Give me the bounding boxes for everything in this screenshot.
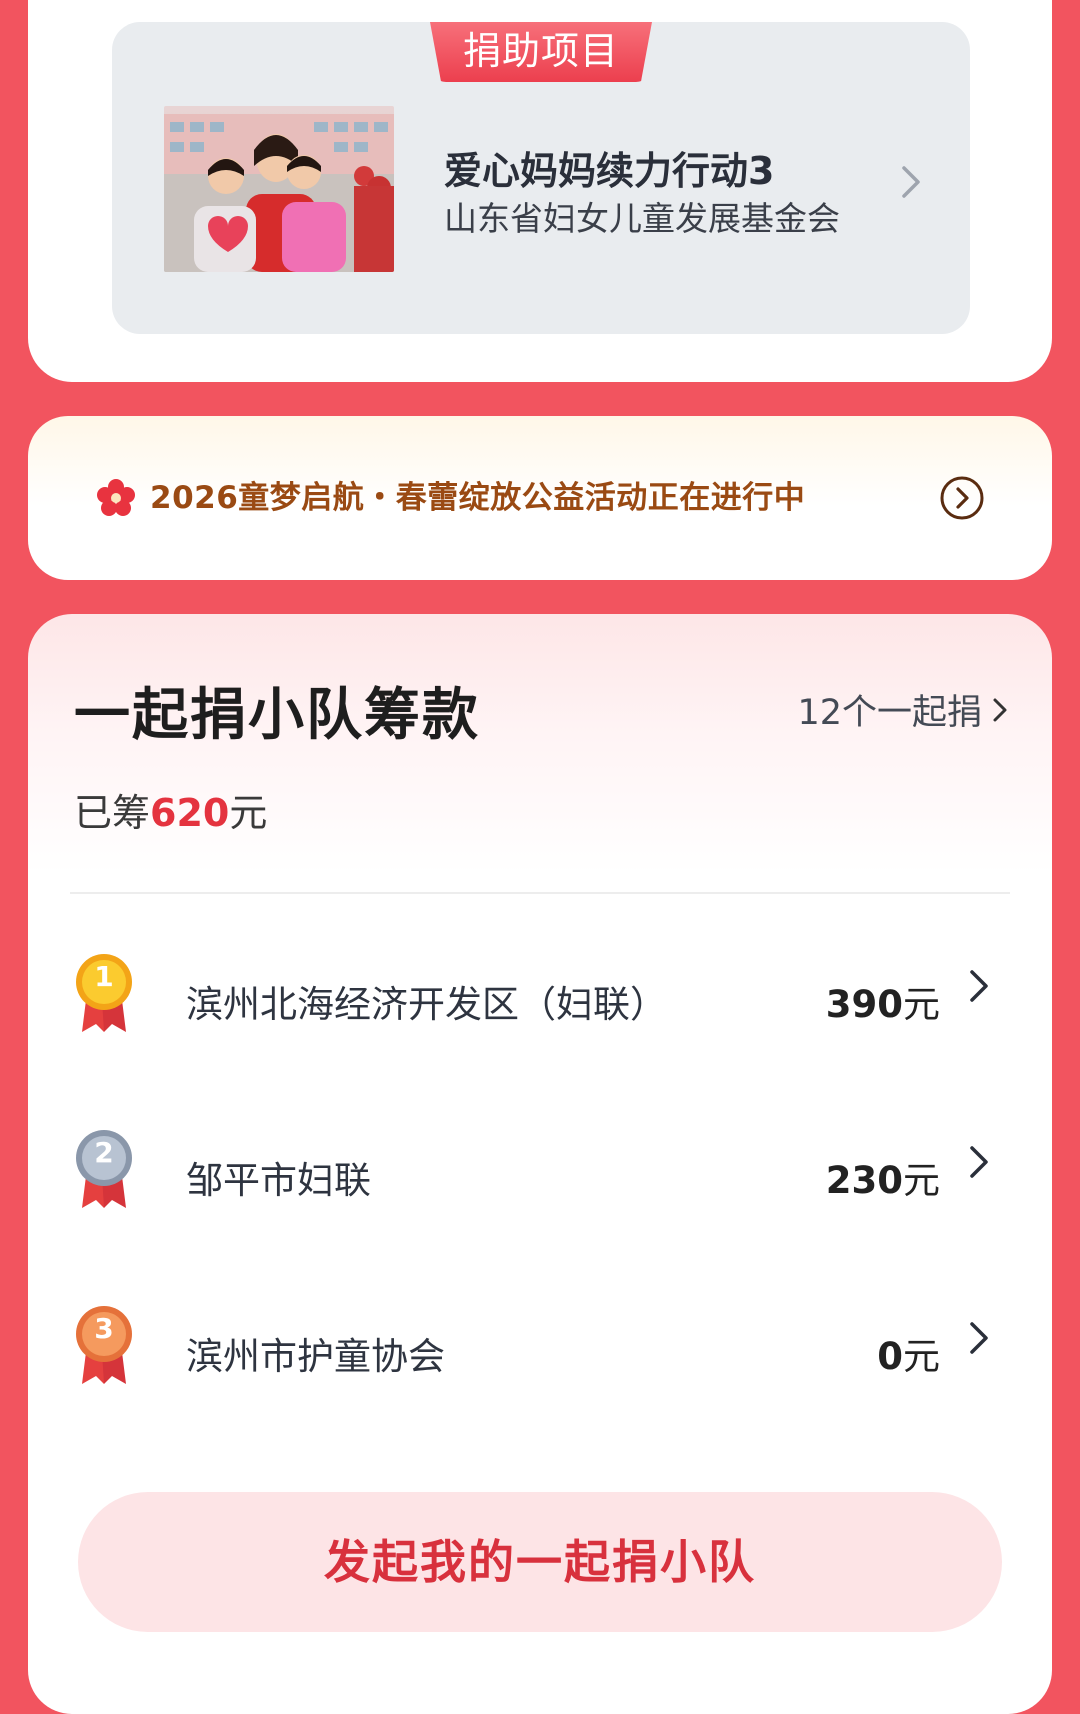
- chevron-right-icon: [970, 1322, 988, 1354]
- banner-text: 2026童梦启航・春蕾绽放公益活动正在进行中: [150, 480, 806, 516]
- gold-medal-icon: [76, 954, 132, 1032]
- raised-total: 已筹620元: [74, 782, 267, 837]
- team-amount: 230元: [825, 1159, 940, 1202]
- divider: [70, 892, 1010, 894]
- next-card-edge: [88, 1646, 988, 1676]
- team-rank-row[interactable]: 3 滨州市护童协会 0元: [28, 1302, 1052, 1402]
- team-title: 一起捐小队筹款: [74, 683, 480, 748]
- project-title: 爱心妈妈续力行动3: [444, 149, 775, 193]
- silver-medal-icon: [76, 1130, 132, 1208]
- circle-arrow-right-icon[interactable]: [938, 474, 986, 522]
- team-fundraising-card: 一起捐小队筹款 12个一起捐 已筹620元 1 滨州北海经济开发区（妇联） 39…: [28, 614, 1052, 1714]
- chevron-right-icon: [970, 970, 988, 1002]
- team-name: 滨州北海经济开发区（妇联）: [186, 983, 667, 1026]
- team-rank-row[interactable]: 2 邹平市妇联 230元: [28, 1126, 1052, 1226]
- team-count-label: 12个一起捐: [797, 693, 982, 733]
- project-organization: 山东省妇女儿童发展基金会: [444, 199, 840, 238]
- project-item[interactable]: 捐助项目 爱心妈妈续力行动3 山东省妇女儿童发展基金会: [112, 22, 970, 334]
- team-amount: 390元: [825, 983, 940, 1026]
- project-tag: 捐助项目: [430, 22, 652, 82]
- raised-prefix: 已筹: [74, 791, 151, 835]
- project-photo: [164, 106, 394, 272]
- start-team-button[interactable]: 发起我的一起捐小队: [78, 1492, 1002, 1632]
- team-rank-row[interactable]: 1 滨州北海经济开发区（妇联） 390元: [28, 950, 1052, 1050]
- team-name: 邹平市妇联: [186, 1159, 371, 1202]
- team-count-link[interactable]: 12个一起捐: [797, 684, 1010, 735]
- flower-icon: [97, 479, 135, 516]
- raised-unit: 元: [229, 791, 268, 835]
- chevron-right-icon: [993, 698, 1007, 721]
- project-card: 捐助项目 爱心妈妈续力行动3 山东省妇女儿童发展基金会: [28, 0, 1052, 382]
- activity-banner[interactable]: 2026童梦启航・春蕾绽放公益活动正在进行中: [28, 416, 1052, 580]
- team-name: 滨州市护童协会: [186, 1335, 445, 1378]
- raised-amount: 620: [150, 791, 230, 835]
- chevron-right-icon: [970, 1146, 988, 1178]
- bronze-medal-icon: [76, 1306, 132, 1384]
- chevron-right-icon: [902, 166, 920, 198]
- team-amount: 0元: [877, 1335, 940, 1378]
